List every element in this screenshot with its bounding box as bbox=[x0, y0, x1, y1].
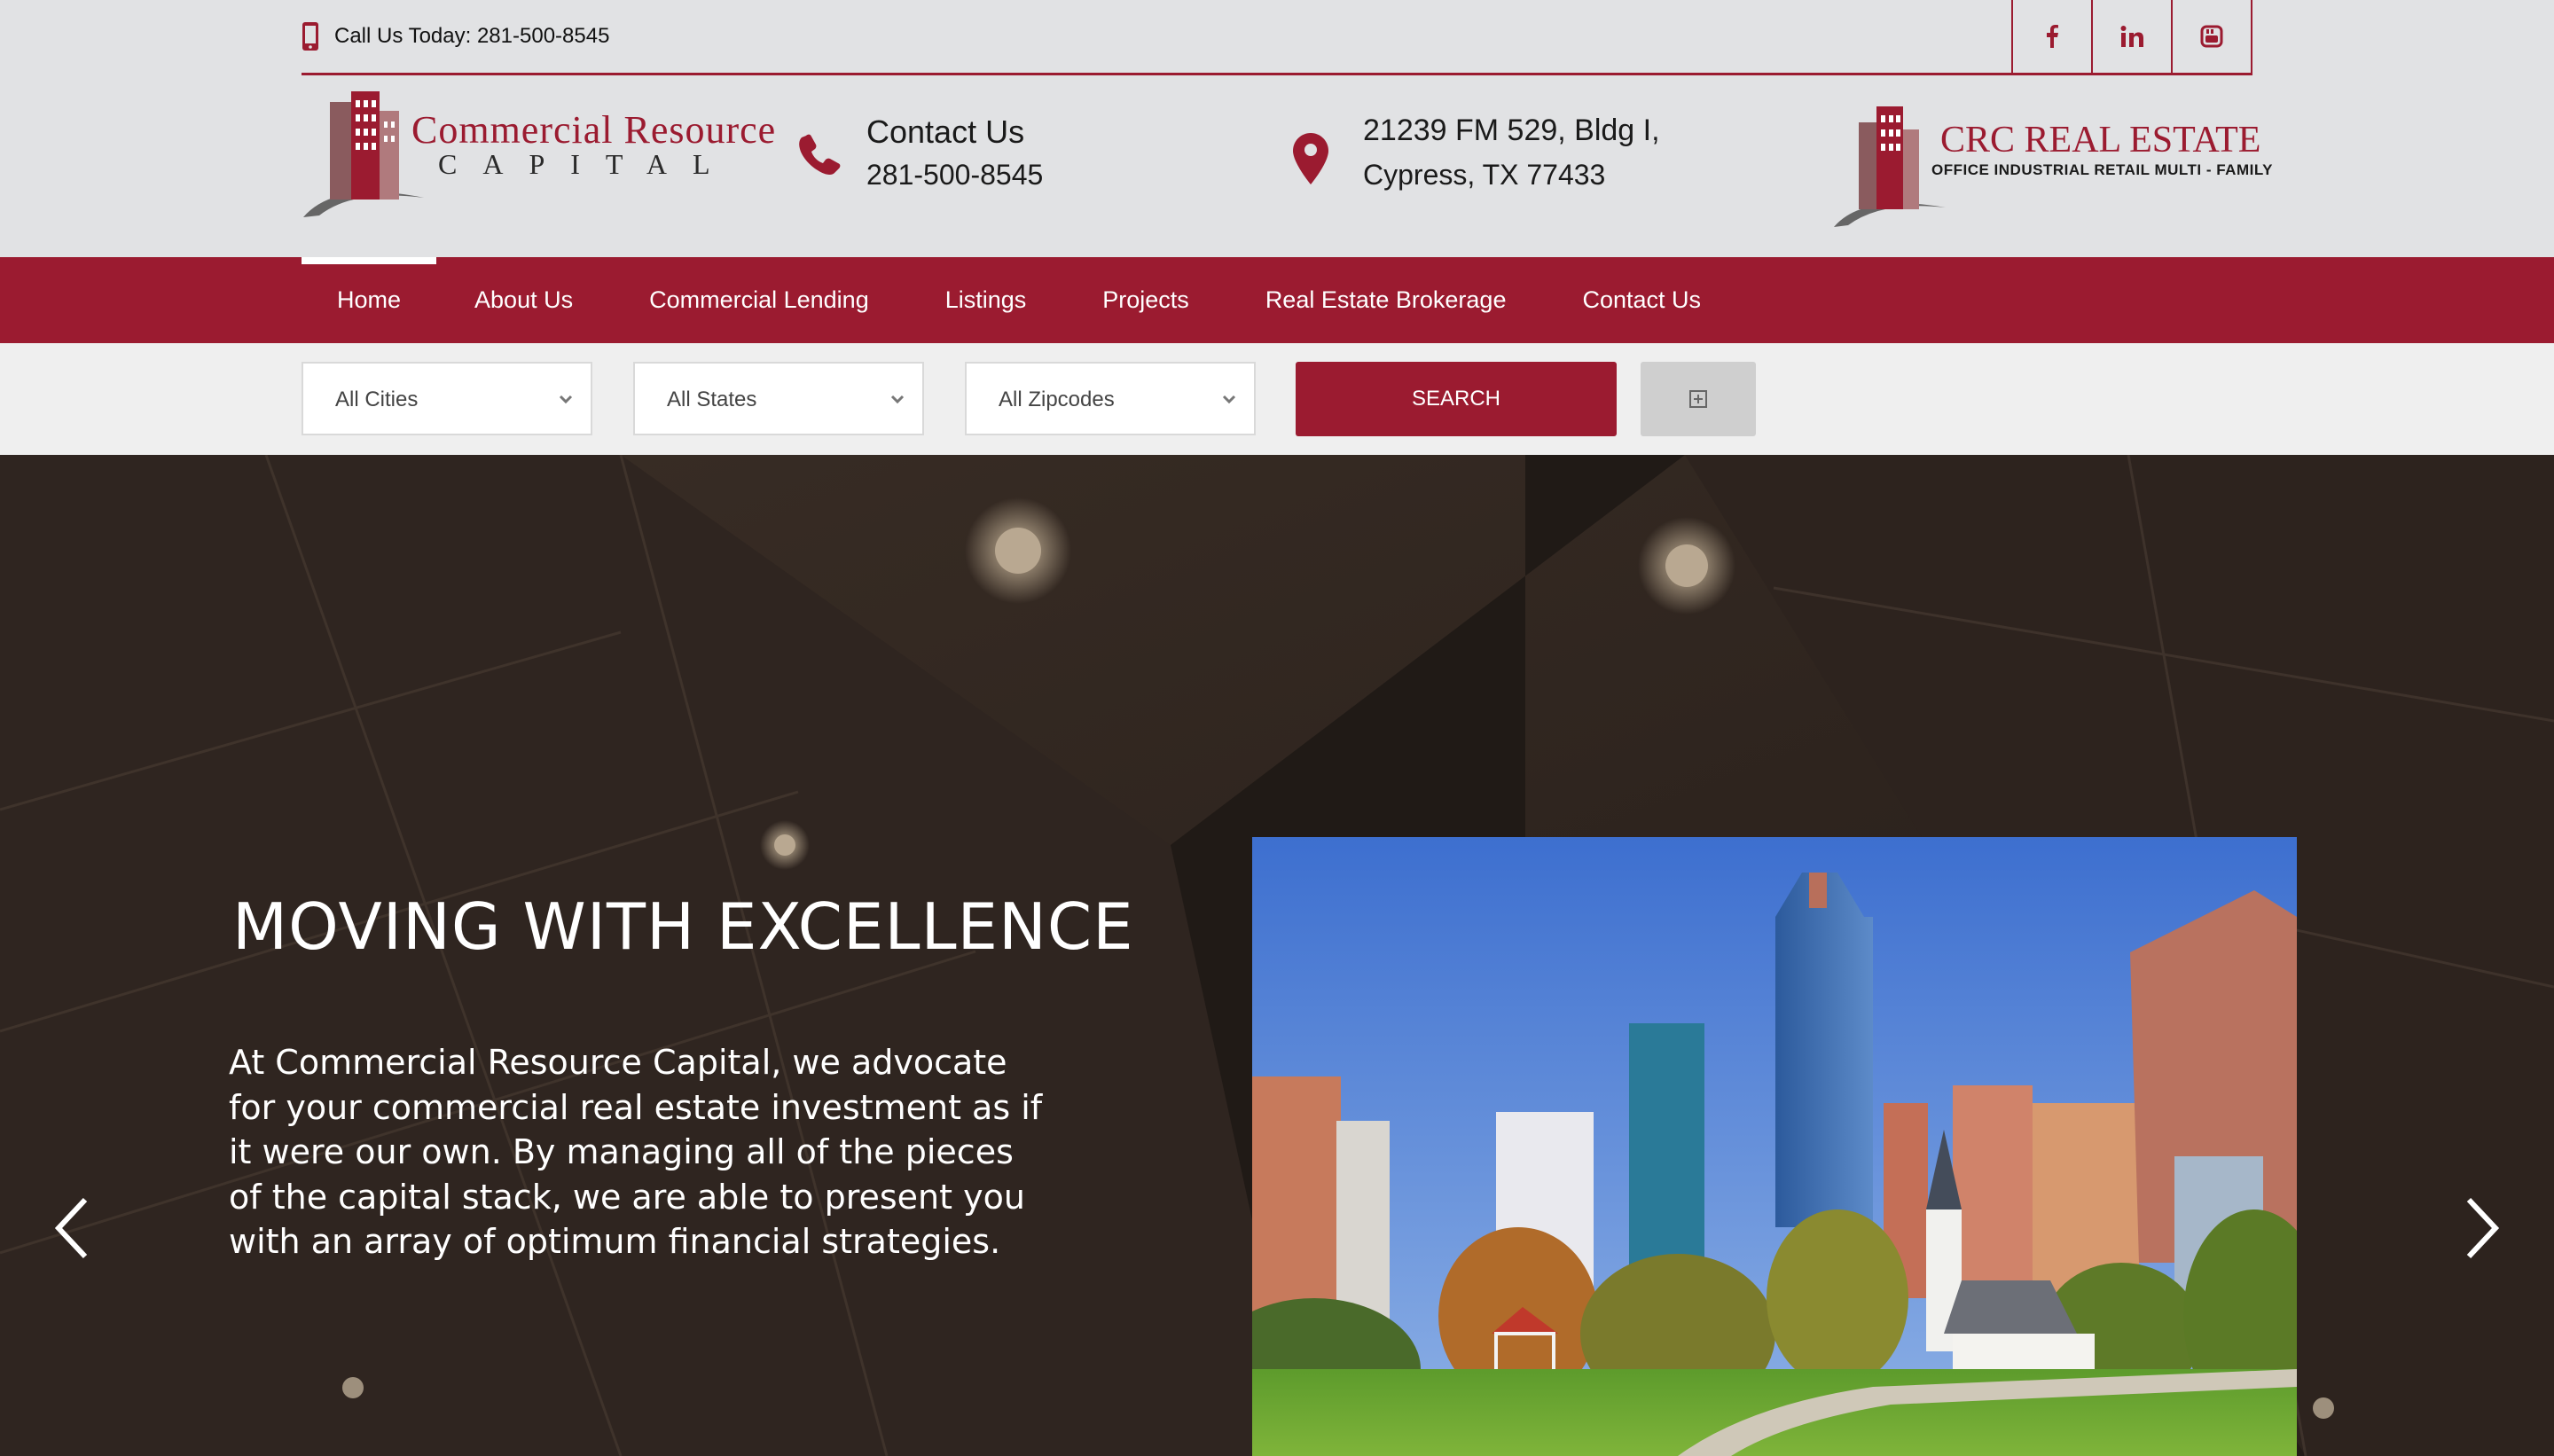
address-line-2: Cypress, TX 77433 bbox=[1363, 159, 1606, 191]
header: Call Us Today: 281-500-8545 Commercial R… bbox=[0, 0, 2554, 257]
nav-item-commercial-lending[interactable]: Commercial Lending bbox=[611, 257, 907, 343]
contact-phone[interactable]: 281-500-8545 bbox=[866, 159, 1043, 192]
chevron-left-icon[interactable] bbox=[50, 1193, 94, 1264]
address-line-1: 21239 FM 529, Bldg I, bbox=[1363, 114, 1660, 147]
mobile-phone-icon bbox=[302, 22, 318, 51]
hero-description: At Commercial Resource Capital, we advoc… bbox=[229, 1043, 1043, 1261]
linkedin-icon[interactable] bbox=[2091, 0, 2171, 73]
phone-icon bbox=[799, 134, 841, 175]
nav-item-home[interactable]: Home bbox=[302, 257, 437, 343]
nav-item-contact-us[interactable]: Contact Us bbox=[1544, 257, 1739, 343]
social-links bbox=[2011, 0, 2252, 73]
cities-select[interactable]: All Cities bbox=[302, 362, 592, 435]
nav-item-projects[interactable]: Projects bbox=[1064, 257, 1227, 343]
chevron-down-icon bbox=[1222, 395, 1236, 404]
commercial-resource-capital-logo[interactable]: Commercial Resource CAPITAL bbox=[300, 84, 775, 222]
property-search-bar: All Cities All States All Zipcodes SEARC… bbox=[0, 343, 2554, 457]
buildings-logo-icon bbox=[303, 91, 424, 217]
main-nav: Home About Us Commercial Lending Listing… bbox=[0, 257, 2554, 343]
nav-item-real-estate-brokerage[interactable]: Real Estate Brokerage bbox=[1227, 257, 1545, 343]
youtube-icon[interactable] bbox=[2171, 0, 2252, 73]
states-select-value: All States bbox=[667, 387, 757, 411]
chevron-down-icon bbox=[890, 395, 905, 404]
crc-real-estate-logo[interactable]: CRC REAL ESTATE OFFICE INDUSTRIAL RETAIL… bbox=[1830, 98, 2273, 231]
hero-title: MOVING WITH EXCELLENCE bbox=[232, 889, 1134, 964]
chevron-right-icon[interactable] bbox=[2460, 1193, 2504, 1264]
houston-skyline-photo bbox=[1252, 837, 2297, 1456]
re-logo-tagline: OFFICE INDUSTRIAL RETAIL MULTI - FAMILY bbox=[1931, 161, 2273, 178]
advanced-search-button[interactable] bbox=[1641, 362, 1756, 436]
top-bar: Call Us Today: 281-500-8545 bbox=[302, 0, 2252, 75]
call-us-text: Call Us Today: 281-500-8545 bbox=[334, 24, 610, 48]
re-logo-title: CRC REAL ESTATE bbox=[1940, 120, 2261, 160]
nav-item-about-us[interactable]: About Us bbox=[436, 257, 611, 343]
map-pin-icon bbox=[1293, 133, 1328, 184]
chevron-down-icon bbox=[559, 395, 573, 404]
plus-square-icon bbox=[1689, 390, 1707, 408]
contact-title: Contact Us bbox=[866, 114, 1025, 150]
zipcodes-select[interactable]: All Zipcodes bbox=[965, 362, 1256, 435]
search-button[interactable]: SEARCH bbox=[1296, 362, 1617, 436]
facebook-icon[interactable] bbox=[2011, 0, 2091, 73]
cities-select-value: All Cities bbox=[335, 387, 419, 411]
zipcodes-select-value: All Zipcodes bbox=[999, 387, 1115, 411]
nav-item-listings[interactable]: Listings bbox=[907, 257, 1065, 343]
states-select[interactable]: All States bbox=[633, 362, 924, 435]
logo-line-2: CAPITAL bbox=[438, 148, 736, 180]
logo-line-1: Commercial Resource bbox=[411, 108, 777, 152]
